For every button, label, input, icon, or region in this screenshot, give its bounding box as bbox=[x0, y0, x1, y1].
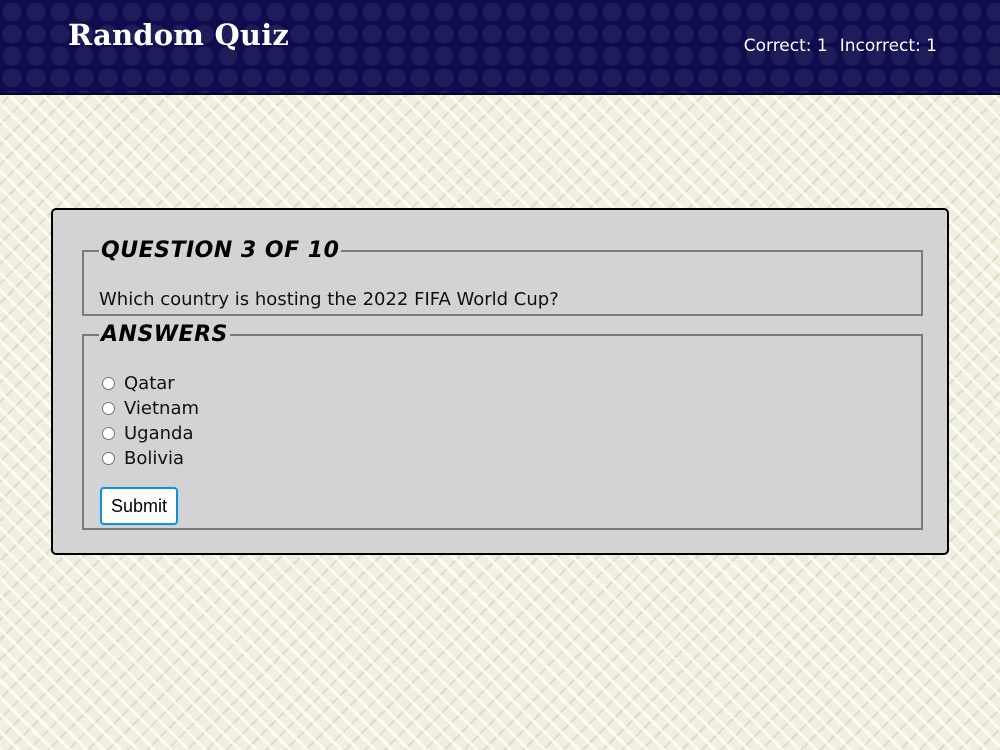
answer-option-bolivia[interactable]: Bolivia bbox=[102, 446, 199, 471]
answers-fieldset: Answers Qatar Vietnam Uganda Bolivia Sub… bbox=[82, 322, 923, 530]
radio-button[interactable] bbox=[102, 402, 115, 415]
answer-label: Qatar bbox=[124, 373, 175, 394]
answer-label: Bolivia bbox=[124, 448, 185, 469]
score-display: Correct: 1 Incorrect: 1 bbox=[744, 36, 937, 56]
correct-count: Correct: 1 bbox=[743, 36, 828, 56]
radio-button[interactable] bbox=[102, 427, 115, 440]
radio-button[interactable] bbox=[102, 377, 115, 390]
answer-label: Vietnam bbox=[124, 398, 200, 419]
answer-label: Uganda bbox=[124, 423, 194, 444]
radio-button[interactable] bbox=[102, 452, 115, 465]
quiz-card: Question 3 of 10 Which country is hostin… bbox=[51, 208, 949, 555]
question-text: Which country is hosting the 2022 FIFA W… bbox=[99, 289, 559, 310]
app-title: Random Quiz bbox=[68, 18, 290, 52]
answer-option-uganda[interactable]: Uganda bbox=[102, 421, 199, 446]
answers-legend: Answers bbox=[101, 322, 228, 347]
incorrect-count: Incorrect: 1 bbox=[839, 36, 937, 56]
answer-option-qatar[interactable]: Qatar bbox=[102, 371, 199, 396]
question-legend: Question 3 of 10 bbox=[101, 238, 340, 263]
submit-button[interactable]: Submit bbox=[100, 487, 178, 525]
answer-option-vietnam[interactable]: Vietnam bbox=[102, 396, 199, 421]
page-header: Random Quiz Correct: 1 Incorrect: 1 bbox=[0, 0, 1000, 95]
question-fieldset: Question 3 of 10 Which country is hostin… bbox=[82, 238, 923, 316]
answer-list: Qatar Vietnam Uganda Bolivia bbox=[102, 371, 199, 471]
